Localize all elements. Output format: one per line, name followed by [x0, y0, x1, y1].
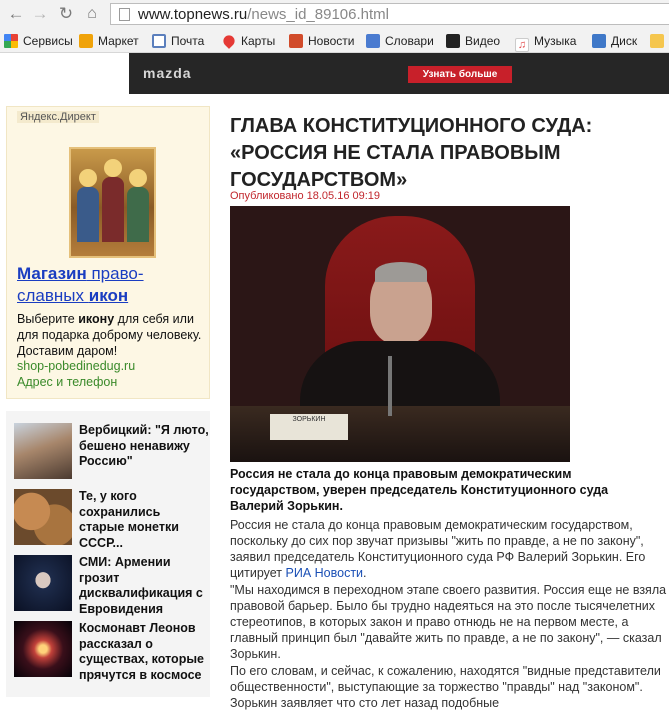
reload-icon[interactable]: ↻: [56, 4, 76, 24]
page-icon: [119, 8, 130, 21]
folder-icon: [650, 34, 664, 48]
news-item[interactable]: СМИ: Армении грозит дисквалификация с Ев…: [12, 555, 210, 617]
bookmark-maps[interactable]: Карты: [221, 33, 275, 49]
publish-date: Опубликовано 18.05.16 09:19: [230, 190, 381, 202]
ad-contact-link[interactable]: Адрес и телефон: [17, 375, 117, 389]
ad-label: Яндекс.Директ: [17, 111, 99, 123]
music-icon: ♫: [515, 38, 529, 52]
bookmark-dictionaries[interactable]: Словари: [366, 33, 434, 49]
news-item-text: СМИ: Армении грозит дисквалификация с Ев…: [79, 555, 203, 616]
bookmark-disk[interactable]: Диск: [592, 33, 637, 49]
news-item-text: Космонавт Леонов рассказал о существах, …: [79, 621, 204, 682]
news-item[interactable]: Космонавт Леонов рассказал о существах, …: [12, 621, 210, 683]
bookmark-services[interactable]: Сервисы: [4, 33, 73, 49]
article-paragraph: По его словам, и сейчас, к сожалению, на…: [230, 664, 661, 710]
article-photo: ЗОРЬКИН: [230, 206, 570, 462]
article-paragraph: Россия не стала до конца правовым демокр…: [230, 518, 646, 580]
news-item-text: Вербицкий: "Я люто, бешено ненавижу Росс…: [79, 423, 209, 468]
sidebar-news-list: Вербицкий: "Я люто, бешено ненавижу Росс…: [6, 411, 210, 697]
bookmarks-bar: Сервисы Маркет Почта Карты Новости Слова…: [0, 29, 669, 53]
nameplate: ЗОРЬКИН: [270, 414, 348, 440]
address-bar[interactable]: www.topnews.ru/news_id_89106.html: [110, 3, 669, 25]
article-lead: Россия не стала до конца правовым демокр…: [230, 467, 609, 513]
news-thumbnail: [14, 555, 72, 611]
map-pin-icon: [221, 33, 237, 49]
url-text: www.topnews.ru/news_id_89106.html: [138, 6, 389, 23]
ad-domain[interactable]: shop-pobedinedug.ru: [17, 359, 135, 373]
mazda-logo: mazda: [143, 65, 192, 81]
ad-title[interactable]: Магазин право-славных икон: [17, 263, 207, 307]
market-icon: [79, 34, 93, 48]
bookmark-folder[interactable]: [650, 33, 669, 49]
news-item[interactable]: Вербицкий: "Я люто, бешено ненавижу Росс…: [12, 423, 210, 485]
yandex-direct-ad[interactable]: Яндекс.Директ Магазин право-славных икон…: [6, 106, 210, 399]
mazda-banner[interactable]: mazda Узнать больше: [129, 53, 669, 94]
mail-icon: [152, 34, 166, 48]
bookmark-market[interactable]: Маркет: [79, 33, 139, 49]
video-icon: [446, 34, 460, 48]
bookmark-mail[interactable]: Почта: [152, 33, 204, 49]
news-thumbnail: [14, 621, 72, 677]
home-icon[interactable]: ⌂: [82, 4, 102, 24]
news-item[interactable]: Те, у кого сохранились старые монетки СС…: [12, 489, 210, 551]
article-paragraph: "Мы находимся в переходном этапе своего …: [230, 583, 667, 661]
apps-grid-icon: [4, 34, 18, 48]
news-thumbnail: [14, 489, 72, 545]
news-item-text: Те, у кого сохранились старые монетки СС…: [79, 489, 179, 550]
news-thumbnail: [14, 423, 72, 479]
ria-link[interactable]: РИА Новости: [286, 566, 364, 580]
disk-icon: [592, 34, 606, 48]
news-icon: [289, 34, 303, 48]
bookmark-video[interactable]: Видео: [446, 33, 500, 49]
browser-toolbar: ← → ↻ ⌂ www.topnews.ru/news_id_89106.htm…: [0, 0, 669, 29]
back-arrow-icon[interactable]: ←: [6, 4, 26, 24]
bookmark-music[interactable]: ♫ Музыка: [515, 33, 576, 52]
icon-image[interactable]: [69, 147, 156, 258]
forward-arrow-icon[interactable]: →: [30, 4, 50, 24]
dictionary-icon: [366, 34, 380, 48]
ad-description: Выберите икону для себя или для подарка …: [17, 312, 202, 358]
learn-more-button[interactable]: Узнать больше: [408, 66, 512, 83]
bookmark-news[interactable]: Новости: [289, 33, 354, 49]
article-headline: ГЛАВА КОНСТИТУЦИОННОГО СУДА: «РОССИЯ НЕ …: [230, 115, 593, 191]
